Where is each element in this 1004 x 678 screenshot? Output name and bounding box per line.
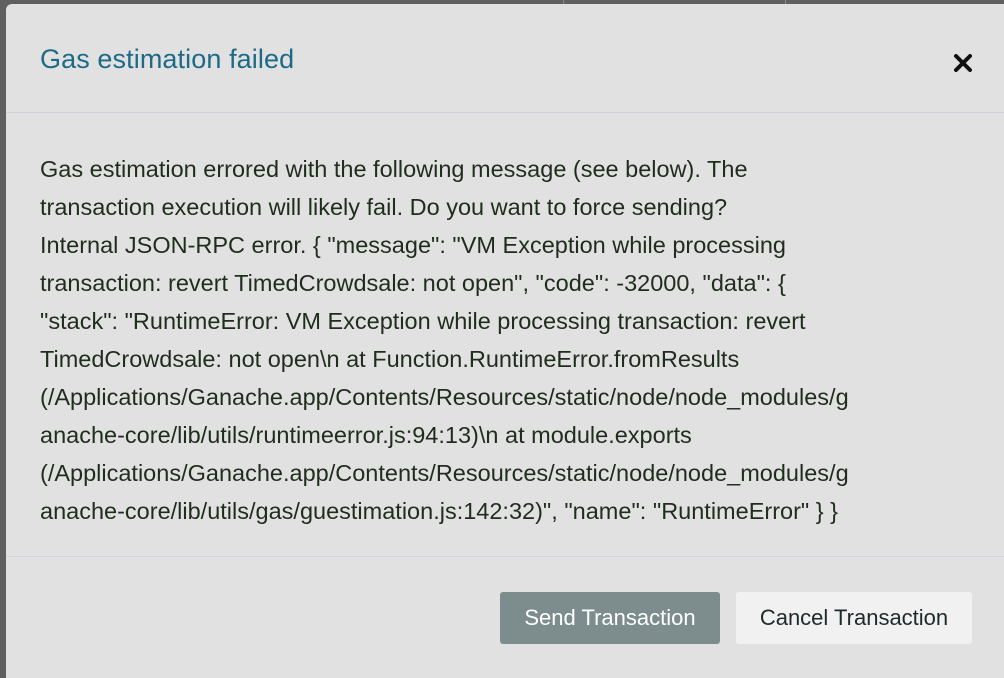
dialog-header: Gas estimation failed [6, 4, 1004, 113]
error-message-line: anache-core/lib/utils/runtimeerror.js:94… [40, 422, 692, 448]
error-message-line: transaction: revert TimedCrowdsale: not … [40, 270, 786, 296]
error-message-line: (/Applications/Ganache.app/Contents/Reso… [40, 384, 849, 410]
dialog-body: Gas estimation errored with the followin… [6, 113, 1004, 557]
dialog-title: Gas estimation failed [40, 44, 295, 74]
cancel-transaction-button[interactable]: Cancel Transaction [736, 592, 972, 644]
send-transaction-button[interactable]: Send Transaction [500, 592, 720, 644]
error-message-line: transaction execution will likely fail. … [40, 194, 728, 220]
dialog-footer: Send Transaction Cancel Transaction [6, 557, 1004, 678]
error-message-line: Internal JSON-RPC error. { "message": "V… [40, 232, 786, 258]
error-message-line: anache-core/lib/utils/gas/guestimation.j… [40, 498, 839, 524]
error-message-line: Gas estimation errored with the followin… [40, 156, 748, 182]
close-icon [954, 54, 972, 72]
close-button[interactable] [946, 42, 980, 76]
error-message: Gas estimation errored with the followin… [40, 150, 974, 530]
gas-estimation-dialog: Gas estimation failed Gas estimation err… [6, 4, 1004, 678]
error-message-line: TimedCrowdsale: not open\n at Function.R… [40, 346, 740, 372]
error-message-line: (/Applications/Ganache.app/Contents/Reso… [40, 460, 849, 486]
error-message-line: "stack": "RuntimeError: VM Exception whi… [40, 308, 806, 334]
